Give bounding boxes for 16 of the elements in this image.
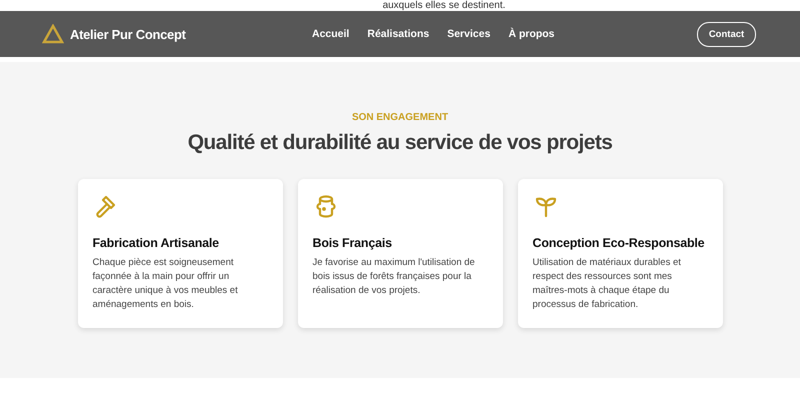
card-description: Je favorise au maximum l'utilisation de bois issus de forêts françaises pour la réalisation de vos projets. <box>312 256 476 298</box>
section-title: Qualité et durabilité au service de vos projets <box>188 131 612 155</box>
nav-link[interactable]: Accueil <box>312 28 350 40</box>
card-title: Conception Eco-Responsable <box>532 236 706 250</box>
brand-name: Atelier Pur Concept <box>70 26 186 42</box>
section-eyebrow: SON ENGAGEMENT <box>352 112 448 123</box>
card-title: Fabrication Artisanale <box>92 236 220 250</box>
nav-link[interactable]: Services <box>447 28 490 40</box>
paragraph-text: auxquels elles se destinent. <box>382 0 506 11</box>
nav-link[interactable]: À propos <box>508 28 555 40</box>
card-description: Utilisation de matériaux durables et respect des ressources sont mes maîtres-mots à chaque étape du processus de fabrication. <box>532 256 682 312</box>
contact-button[interactable]: Contact <box>697 22 756 46</box>
triangle-logo-icon <box>42 24 64 44</box>
card-description: Chaque pièce est soigneusement façonnée à la main pour offrir un caractère unique à vos meubles et aménagements en bois. <box>92 256 239 312</box>
nav-link[interactable]: Réalisations <box>367 28 430 40</box>
card-title: Bois Français <box>312 236 393 250</box>
